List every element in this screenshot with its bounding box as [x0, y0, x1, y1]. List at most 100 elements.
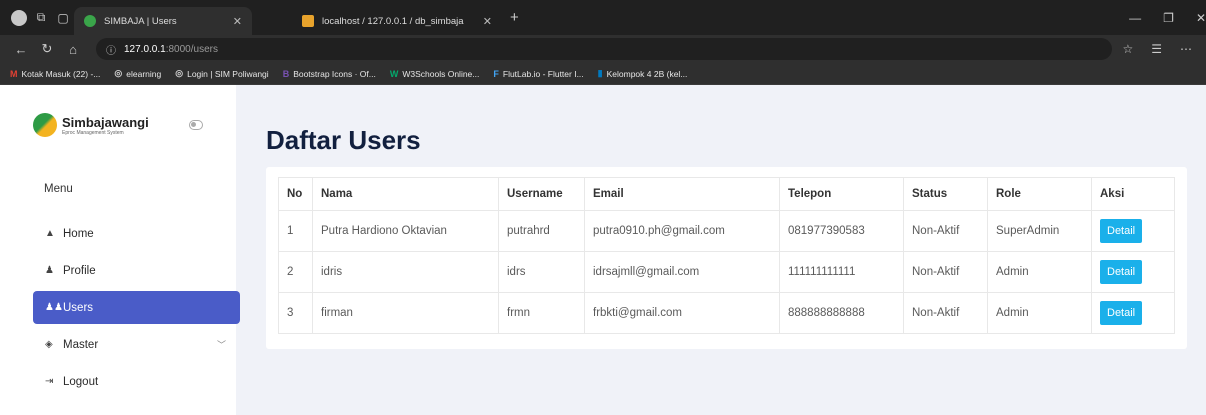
cell-telepon: 111111111111 [779, 251, 904, 293]
address-bar-row: ← ↻ ⌂ ⓘ 127.0.0.1:8000/users ☆ ☰ ⋯ [0, 35, 1206, 63]
cell-email: idrsajmll@gmail.com [584, 251, 780, 293]
cell-no: 2 [278, 251, 313, 293]
brand-name: Simbajawangi [62, 114, 149, 130]
cell-aksi: Detail [1091, 251, 1175, 293]
more-menu-icon[interactable]: ⋯ [1180, 42, 1192, 56]
column-header-username: Username [498, 177, 585, 211]
column-header-role: Role [987, 177, 1092, 211]
profile-avatar-icon[interactable] [8, 7, 30, 29]
bookmark-item[interactable]: W W3Schools Online... [390, 69, 480, 79]
cell-email: putra0910.ph@gmail.com [584, 210, 780, 252]
cell-status: Non-Aktif [903, 292, 988, 334]
table-row: 3 firman frmn frbkti@gmail.com 888888888… [278, 292, 1175, 334]
bookmark-label: W3Schools Online... [402, 68, 480, 79]
sidebar-item-users[interactable]: ♟♟ Users [33, 291, 240, 324]
chevron-down-icon[interactable]: ﹀ [217, 338, 226, 351]
cell-status: Non-Aktif [903, 210, 988, 252]
sidebar-item-profile[interactable]: ♟ Profile [33, 254, 240, 287]
logout-icon: ⇥ [45, 376, 54, 387]
column-header-aksi: Aksi [1091, 177, 1175, 211]
sidebar-item-label: Master [63, 338, 99, 351]
favorite-star-icon[interactable]: ☆ [1122, 42, 1133, 56]
brand-subtitle: Eproc Management System [62, 129, 124, 136]
close-window-icon[interactable]: ✕ [1196, 11, 1206, 25]
bookmark-favicon-icon: ◎ [175, 68, 184, 78]
detail-button[interactable]: Detail [1100, 301, 1143, 325]
bookmark-item[interactable]: F FlutLab.io - Flutter I... [493, 69, 583, 79]
cell-username: frmn [498, 292, 585, 334]
web-page: Simbajawangi Eproc Management System Men… [0, 85, 1206, 415]
favorites-icon[interactable]: ☰ [1151, 42, 1162, 56]
cell-no: 3 [278, 292, 313, 334]
sidebar: Simbajawangi Eproc Management System Men… [0, 85, 240, 415]
tab-title: localhost / 127.0.0.1 / db_simbaja [322, 15, 464, 27]
main-content: Daftar Users No Nama Username Email Tele… [236, 85, 1206, 415]
layers-icon: ◈ [45, 339, 53, 350]
sidebar-item-master[interactable]: ◈ Master ﹀ [33, 328, 240, 361]
bookmark-item[interactable]: ◎ Login | SIM Poliwangi [175, 68, 268, 79]
bookmark-item[interactable]: M Kotak Masuk (22) -... [10, 69, 100, 79]
cell-role: Admin [987, 292, 1092, 334]
sidebar-item-label: Home [63, 227, 94, 240]
sidebar-item-logout[interactable]: ⇥ Logout [33, 365, 240, 398]
bookmark-favicon-icon: ▮ [597, 68, 603, 78]
cell-no: 1 [278, 210, 313, 252]
people-icon: ♟♟ [45, 302, 63, 313]
tab-title: SIMBAJA | Users [104, 15, 177, 27]
restore-icon[interactable]: ❐ [1163, 11, 1174, 25]
workspaces-icon[interactable]: ⧉ [30, 7, 52, 29]
bookmark-favicon-icon: M [10, 68, 18, 79]
table-row: 1 Putra Hardiono Oktavian putrahrd putra… [278, 210, 1175, 252]
cell-nama: firman [312, 292, 499, 334]
new-tab-icon[interactable]: + [510, 9, 519, 26]
cell-username: putrahrd [498, 210, 585, 252]
detail-button[interactable]: Detail [1100, 219, 1143, 243]
users-table: No Nama Username Email Telepon Status Ro… [278, 177, 1175, 334]
bookmark-favicon-icon: W [389, 68, 399, 79]
back-icon[interactable]: ← [8, 42, 34, 57]
cell-nama: Putra Hardiono Oktavian [312, 210, 499, 252]
detail-button[interactable]: Detail [1100, 260, 1143, 284]
cell-status: Non-Aktif [903, 251, 988, 293]
browser-tab-bar: ⧉ ▢ SIMBAJA | Users ✕ localhost / 127.0.… [0, 0, 1206, 35]
theme-toggle[interactable] [188, 120, 203, 130]
column-header-no: No [278, 177, 313, 211]
table-header-row: No Nama Username Email Telepon Status Ro… [278, 177, 1175, 211]
url-host: 127.0.0.1 [124, 43, 166, 55]
column-header-nama: Nama [312, 177, 499, 211]
url-input[interactable]: ⓘ 127.0.0.1:8000/users [96, 38, 1113, 60]
cell-role: Admin [987, 251, 1092, 293]
cell-role: SuperAdmin [987, 210, 1092, 252]
person-icon: ♟ [45, 265, 54, 276]
home-browser-icon[interactable]: ⌂ [60, 42, 86, 57]
tab-simbaja-users[interactable]: SIMBAJA | Users ✕ [74, 7, 252, 35]
bookmark-label: elearning [126, 68, 162, 79]
cell-aksi: Detail [1091, 292, 1175, 334]
cell-aksi: Detail [1091, 210, 1175, 252]
bookmark-label: Kotak Masuk (22) -... [21, 68, 101, 79]
close-tab-icon[interactable]: ✕ [483, 15, 492, 28]
close-tab-icon[interactable]: ✕ [233, 15, 242, 28]
minimize-icon[interactable]: — [1129, 11, 1141, 25]
window-controls: — ❐ ✕ [1129, 11, 1206, 25]
bookmark-item[interactable]: ◎ elearning [114, 68, 161, 79]
phpmyadmin-favicon-icon [302, 15, 314, 27]
cell-telepon: 888888888888 [779, 292, 904, 334]
cell-email: frbkti@gmail.com [584, 292, 780, 334]
site-info-icon[interactable]: ⓘ [106, 42, 116, 57]
bookmark-item[interactable]: ▮ Kelompok 4 2B (kel... [598, 68, 688, 79]
simbaja-logo-icon [33, 113, 57, 137]
tab-actions-icon[interactable]: ▢ [52, 7, 74, 29]
refresh-icon[interactable]: ↻ [34, 41, 60, 57]
brand: Simbajawangi Eproc Management System [0, 85, 236, 165]
bookmark-favicon-icon: ◎ [114, 68, 123, 78]
sidebar-item-label: Profile [63, 264, 96, 277]
bookmark-label: FlutLab.io - Flutter I... [502, 68, 584, 79]
bookmark-item[interactable]: B Bootstrap Icons · Of... [283, 69, 376, 79]
simbaja-favicon-icon [84, 15, 96, 27]
sidebar-item-home[interactable]: ▲ Home [33, 217, 240, 250]
tab-phpmyadmin[interactable]: localhost / 127.0.0.1 / db_simbaja ✕ [292, 7, 502, 35]
page-title: Daftar Users [266, 125, 421, 155]
users-table-card: No Nama Username Email Telepon Status Ro… [266, 167, 1187, 349]
bookmark-label: Login | SIM Poliwangi [187, 68, 269, 79]
